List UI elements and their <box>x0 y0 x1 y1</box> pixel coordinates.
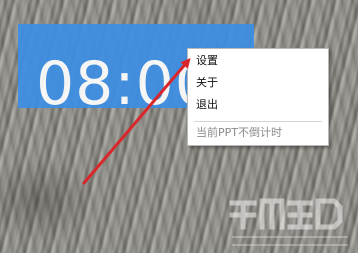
menu-item-exit[interactable]: 退出 <box>188 95 328 115</box>
menu-item-about[interactable]: 关于 <box>188 73 328 93</box>
context-menu: 设置 关于 退出 当前PPT不倒计时 <box>187 48 329 146</box>
menu-item-current-ppt-no-countdown: 当前PPT不倒计时 <box>196 126 282 139</box>
watermark-logo-icon <box>229 198 348 246</box>
menu-separator <box>194 121 322 122</box>
menu-item-settings[interactable]: 设置 <box>188 51 328 71</box>
